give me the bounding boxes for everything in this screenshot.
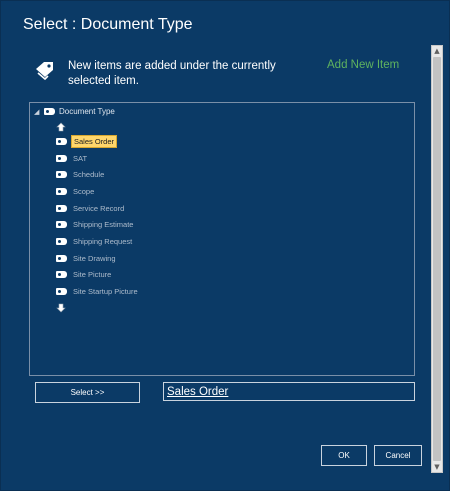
info-message: New items are added under the currently … xyxy=(68,60,276,87)
navigate-down-icon[interactable] xyxy=(56,303,66,313)
tree-item-label: Site Picture xyxy=(73,270,112,280)
tree-item[interactable]: Service Record xyxy=(56,200,140,217)
tag-icon xyxy=(56,154,67,162)
tree-item-label: SAT xyxy=(73,153,88,163)
tree-item-label: Shipping Request xyxy=(73,236,133,246)
collapse-arrow-icon[interactable]: ◢ xyxy=(34,108,44,116)
tree-item-label: Sales Order xyxy=(71,134,118,148)
tag-icon xyxy=(56,221,67,229)
tag-icon xyxy=(56,254,67,262)
tree-panel: ◢ Document Type Sales Order SAT Schedule Sc… xyxy=(29,102,415,376)
tree-item[interactable]: Schedule xyxy=(56,166,140,183)
tag-icon xyxy=(36,62,53,81)
tag-icon xyxy=(56,288,67,296)
tree-item[interactable]: Sales Order xyxy=(56,133,140,150)
vertical-scrollbar[interactable]: ▲ ▼ xyxy=(431,45,443,473)
tag-icon xyxy=(44,108,55,115)
tree-item[interactable]: Scope xyxy=(56,183,140,200)
tree-item[interactable]: SAT xyxy=(56,150,140,167)
navigate-up-icon[interactable] xyxy=(56,122,66,132)
tree-item-label: Site Startup Picture xyxy=(73,287,138,297)
tree-root[interactable]: ◢ Document Type xyxy=(34,107,115,116)
tree-item[interactable]: Site Drawing xyxy=(56,250,140,267)
tree-root-label: Document Type xyxy=(59,107,115,116)
select-button[interactable]: Select >> xyxy=(35,382,140,403)
tree-item-list: Sales Order SAT Schedule Scope Service Recor… xyxy=(56,133,140,300)
tree-item-label: Service Record xyxy=(73,203,125,213)
tree-item[interactable]: Site Startup Picture xyxy=(56,283,140,300)
scroll-thumb[interactable] xyxy=(433,57,441,461)
tag-icon xyxy=(56,271,67,279)
tree-item-label: Scope xyxy=(73,186,95,196)
ok-button[interactable]: OK xyxy=(321,445,367,466)
tag-icon xyxy=(56,204,67,212)
tag-icon xyxy=(56,237,67,245)
tree-item[interactable]: Shipping Estimate xyxy=(56,216,140,233)
tree-item[interactable]: Shipping Request xyxy=(56,233,140,250)
tag-icon xyxy=(56,187,67,195)
tag-icon xyxy=(56,137,67,145)
tree-item-label: Shipping Estimate xyxy=(73,220,134,230)
tag-icon xyxy=(56,171,67,179)
tree-item[interactable]: Site Picture xyxy=(56,267,140,284)
add-new-item-link[interactable]: Add New Item xyxy=(327,59,399,71)
cancel-button[interactable]: Cancel xyxy=(374,445,422,466)
select-document-type-dialog: Select : Document Type ▲ ▼ New items are… xyxy=(0,0,450,491)
scroll-up-icon[interactable]: ▲ xyxy=(432,46,442,56)
tree-item-label: Site Drawing xyxy=(73,253,116,263)
tree-item-label: Schedule xyxy=(73,170,105,180)
selected-value-field[interactable]: Sales Order xyxy=(163,382,415,401)
scroll-down-icon[interactable]: ▼ xyxy=(432,462,442,472)
dialog-title: Select : Document Type xyxy=(23,16,193,33)
